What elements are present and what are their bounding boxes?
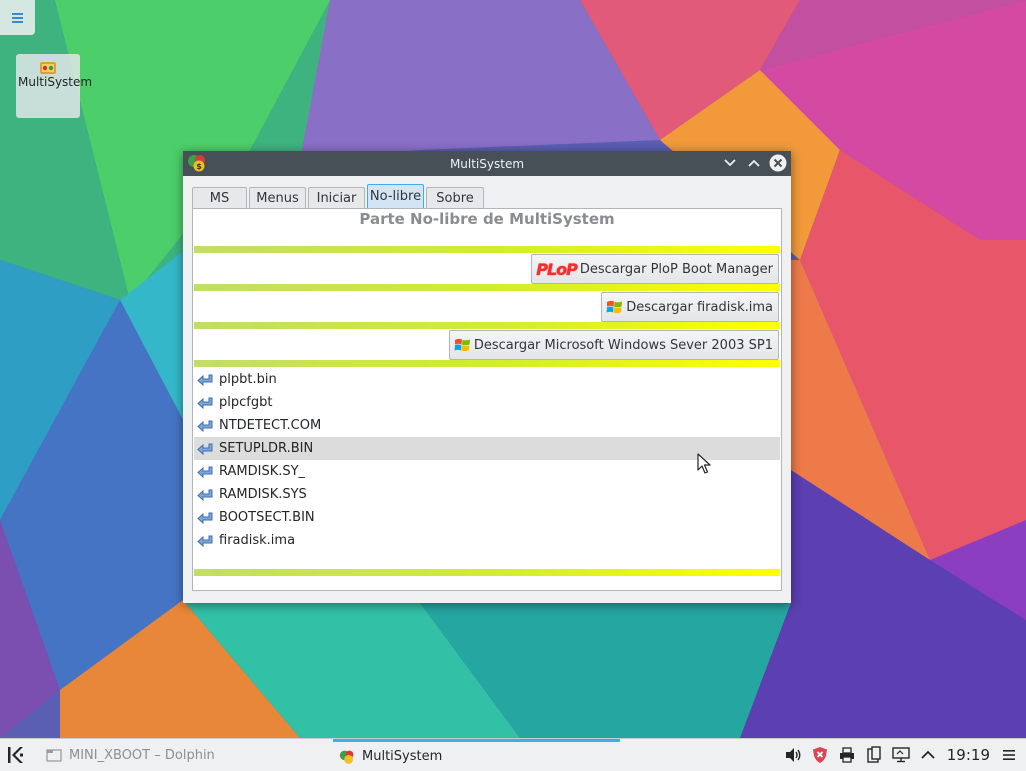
file-arrow-icon [197, 420, 213, 432]
separator-bar [194, 246, 780, 253]
multisystem-icon [339, 750, 354, 764]
task-dolphin[interactable]: MINI_XBOOT – Dolphin [40, 739, 330, 771]
file-row[interactable]: firadisk.ima [194, 529, 780, 552]
download-firadisk-label: Descargar firadisk.ima [626, 299, 773, 315]
file-list: plpbt.bin plpcfgbt NTDETECT.COM SETUPLDR… [194, 368, 780, 552]
file-arrow-icon [197, 466, 213, 478]
desktop-toolbox-button[interactable] [0, 0, 35, 35]
tab-menus[interactable]: Menus [249, 187, 306, 209]
security-shield-icon[interactable] [809, 744, 831, 766]
tab-bar: MS Menus Iniciar No-libre Sobre [192, 184, 486, 209]
multisystem-icon [40, 60, 56, 74]
task-label: MINI_XBOOT – Dolphin [69, 747, 215, 763]
file-arrow-icon [197, 489, 213, 501]
task-label: MultiSystem [362, 749, 443, 764]
file-row[interactable]: RAMDISK.SYS [194, 483, 780, 506]
panel-title: Parte No-libre de MultiSystem [359, 210, 615, 228]
clock[interactable]: 19:19 [947, 746, 990, 764]
download-plop-label: Descargar PloP Boot Manager [579, 261, 773, 277]
file-row[interactable]: plpbt.bin [194, 368, 780, 391]
desktop-icon-label: MultiSystem [18, 75, 93, 89]
close-button[interactable] [769, 154, 787, 172]
application-launcher-button[interactable] [5, 744, 27, 766]
file-arrow-icon [197, 512, 213, 524]
file-row[interactable]: NTDETECT.COM [194, 414, 780, 437]
tab-iniciar[interactable]: Iniciar [308, 187, 365, 209]
file-name: firadisk.ima [219, 533, 296, 548]
download-firadisk-button[interactable]: Descargar firadisk.ima [601, 292, 779, 322]
file-name: NTDETECT.COM [219, 418, 322, 433]
file-arrow-icon [197, 397, 213, 409]
file-arrow-icon [197, 374, 213, 386]
file-arrow-icon [197, 535, 213, 547]
panel-options-button[interactable] [998, 744, 1020, 766]
file-row[interactable]: RAMDISK.SY_ [194, 460, 780, 483]
file-name: SETUPLDR.BIN [219, 441, 314, 456]
expand-up-icon[interactable] [917, 744, 939, 766]
svg-text:$: $ [196, 162, 202, 171]
taskbar: MINI_XBOOT – Dolphin MultiSystem 19:19 [0, 738, 1026, 771]
file-name: RAMDISK.SY_ [219, 464, 306, 479]
file-name: RAMDISK.SYS [219, 487, 307, 502]
chevron-down-icon [724, 159, 736, 167]
mouse-cursor-icon [697, 453, 711, 474]
multisystem-app-icon[interactable]: $ [187, 153, 207, 173]
close-icon [769, 154, 787, 172]
separator-bar [194, 569, 780, 576]
display-icon[interactable] [890, 744, 912, 766]
hamburger-menu-icon [1003, 750, 1015, 760]
file-arrow-icon [197, 443, 213, 455]
file-row[interactable]: BOOTSECT.BIN [194, 506, 780, 529]
window-title: MultiSystem [449, 156, 525, 171]
tab-sobre[interactable]: Sobre [426, 187, 484, 209]
hamburger-menu-icon [12, 12, 23, 23]
windows-flag-icon [606, 299, 623, 315]
file-row-highlighted[interactable]: SETUPLDR.BIN [194, 437, 780, 460]
separator-bar [194, 322, 780, 329]
download-plop-button[interactable]: PLoP Descargar PloP Boot Manager [531, 254, 779, 284]
desktop-icon-multisystem[interactable]: MultiSystem [16, 54, 93, 118]
maximize-button[interactable] [745, 154, 763, 172]
download-windows-server-label: Descargar Microsoft Windows Sever 2003 S… [473, 337, 773, 353]
tab-ms[interactable]: MS [192, 187, 247, 209]
tab-no-libre[interactable]: No-libre [367, 184, 424, 209]
clipboard-icon[interactable] [863, 744, 885, 766]
minimize-button[interactable] [721, 154, 739, 172]
download-windows-server-button[interactable]: Descargar Microsoft Windows Sever 2003 S… [448, 330, 779, 360]
plop-logo: PLoP [536, 259, 578, 279]
file-name: plpbt.bin [219, 372, 277, 387]
windows-flag-icon [454, 337, 471, 353]
multisystem-window: $ MultiSystem MS Menus Iniciar No-libre … [183, 151, 791, 603]
volume-icon[interactable] [782, 744, 804, 766]
window-titlebar[interactable]: $ MultiSystem [183, 151, 791, 176]
printer-icon[interactable] [836, 744, 858, 766]
separator-bar [194, 360, 780, 367]
folder-icon [46, 749, 62, 762]
file-row[interactable]: plpcfgbt [194, 391, 780, 414]
file-name: BOOTSECT.BIN [219, 510, 315, 525]
chevron-up-icon [748, 159, 760, 167]
system-tray: 19:19 [777, 739, 1026, 771]
no-libre-panel: Parte No-libre de MultiSystem PLoP Desca… [192, 208, 782, 591]
task-multisystem[interactable]: MultiSystem [333, 739, 620, 771]
kde-launcher-icon [8, 747, 23, 763]
file-name: plpcfgbt [219, 395, 273, 410]
window-content: MS Menus Iniciar No-libre Sobre Parte No… [192, 184, 782, 591]
separator-bar [194, 284, 780, 291]
